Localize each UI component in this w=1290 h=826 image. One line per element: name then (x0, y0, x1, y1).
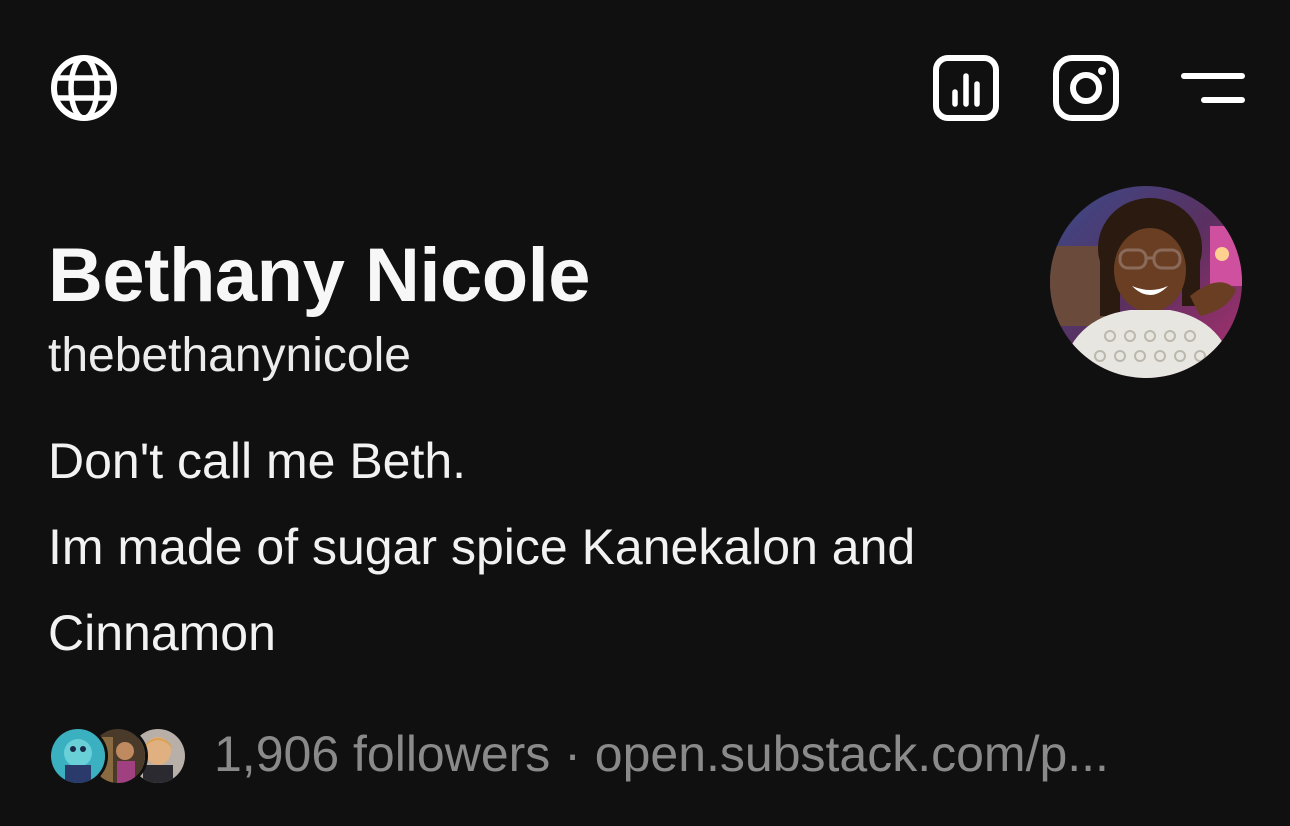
instagram-button[interactable] (1050, 52, 1122, 124)
profile-name: Bethany Nicole (48, 233, 591, 318)
stats-icon (933, 55, 999, 121)
bio-line-1: Don't call me Beth. (48, 433, 467, 489)
follower-avatar-1 (48, 726, 108, 786)
globe-icon (51, 55, 117, 121)
instagram-icon (1053, 55, 1119, 121)
meta-separator: · (564, 726, 581, 782)
menu-button[interactable] (1176, 62, 1248, 114)
profile-handle[interactable]: thebethanynicole (48, 328, 411, 383)
menu-icon (1181, 73, 1245, 103)
follower-avatars[interactable] (48, 726, 188, 786)
profile-link[interactable]: open.substack.com/p... (595, 726, 1109, 782)
followers-count[interactable]: 1,906 followers (214, 726, 550, 782)
profile-avatar[interactable] (1050, 186, 1242, 378)
profile-bio: Don't call me Beth. Im made of sugar spi… (48, 418, 1048, 676)
stats-button[interactable] (930, 52, 1002, 124)
footer-meta: 1,906 followers · open.substack.com/p... (214, 725, 1109, 783)
globe-button[interactable] (48, 52, 120, 124)
top-bar (0, 0, 1290, 180)
profile-footer: 1,906 followers · open.substack.com/p... (48, 716, 1109, 792)
bio-line-2: Im made of sugar spice Kanekalon and Cin… (48, 519, 916, 661)
